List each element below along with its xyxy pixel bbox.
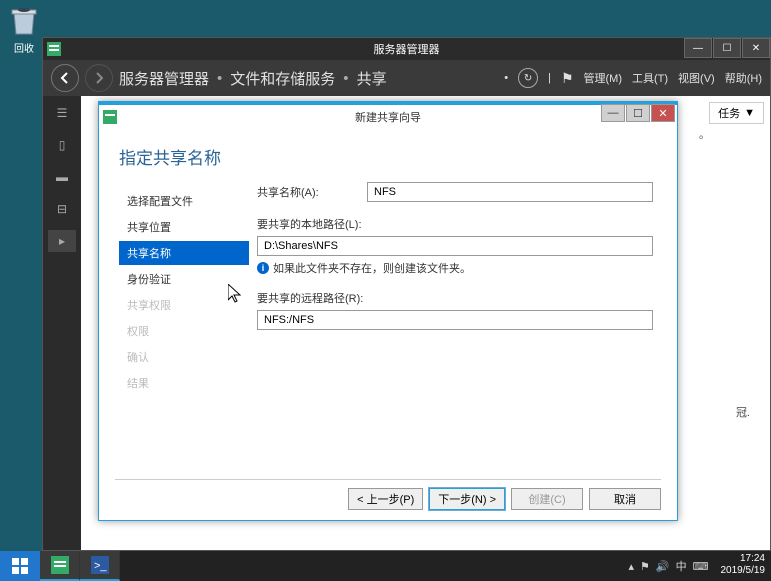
menu-tools[interactable]: 工具(T) xyxy=(632,70,668,86)
step-select-profile[interactable]: 选择配置文件 xyxy=(119,189,249,213)
server-manager-icon xyxy=(47,42,61,56)
wizard-maximize-button[interactable]: ☐ xyxy=(626,104,650,122)
breadcrumb-sep-icon: • xyxy=(217,70,222,87)
wizard-footer: < 上一步(P) 下一步(N) > 创建(C) 取消 xyxy=(115,479,661,510)
breadcrumb-root[interactable]: 服务器管理器 xyxy=(119,68,209,89)
breadcrumb-page[interactable]: 共享 xyxy=(357,68,387,89)
taskbar-spacer xyxy=(120,551,623,581)
minimize-button[interactable]: — xyxy=(684,38,712,58)
sidebar-item-servers[interactable]: ▯ xyxy=(48,134,76,156)
breadcrumb-section[interactable]: 文件和存储服务 xyxy=(230,68,335,89)
info-row: i 如果此文件夹不存在，则创建该文件夹。 xyxy=(257,260,653,276)
tray-volume-icon[interactable]: 🔊 xyxy=(656,560,670,573)
wizard-left-panel: 指定共享名称 选择配置文件 共享位置 共享名称 身份验证 共享权限 权限 确认 … xyxy=(99,128,249,520)
sidebar: ☰ ▯ ▬ ⊟ ▸ xyxy=(43,96,81,550)
taskbar-server-manager[interactable] xyxy=(40,551,80,581)
wizard-icon xyxy=(103,110,117,124)
remote-path-input[interactable] xyxy=(257,310,653,330)
tray-keyboard-icon[interactable]: ⌨ xyxy=(693,560,709,573)
wizard-window-controls: — ☐ ✕ xyxy=(600,104,675,122)
recycle-bin-icon xyxy=(6,2,42,38)
wizard-steps: 选择配置文件 共享位置 共享名称 身份验证 共享权限 权限 确认 结果 xyxy=(119,189,249,395)
back-button[interactable] xyxy=(51,64,79,92)
close-button[interactable]: ✕ xyxy=(742,38,770,58)
clock-date: 2019/5/19 xyxy=(721,565,766,577)
sidebar-item-overview[interactable]: ☰ xyxy=(48,102,76,124)
wizard-title: 新建共享向导 xyxy=(355,109,421,125)
next-button[interactable]: 下一步(N) > xyxy=(429,488,505,510)
flag-icon[interactable]: ⚑ xyxy=(561,70,574,87)
wizard-titlebar[interactable]: 新建共享向导 — ☐ ✕ xyxy=(99,102,677,128)
info-icon: i xyxy=(257,262,269,274)
refresh-icon[interactable]: ↻ xyxy=(518,68,538,88)
dash-icon: • xyxy=(504,72,508,84)
sidebar-item-disks[interactable]: ⊟ xyxy=(48,198,76,220)
desktop: 回收 服务器管理器 — ☐ ✕ 服务器管理器 • 文件和存储 xyxy=(0,0,771,551)
wizard-body: 指定共享名称 选择配置文件 共享位置 共享名称 身份验证 共享权限 权限 确认 … xyxy=(99,128,677,520)
step-results: 结果 xyxy=(119,371,249,395)
step-permissions: 权限 xyxy=(119,319,249,343)
clock-time: 17:24 xyxy=(721,553,766,565)
breadcrumb-sep-icon: • xyxy=(343,70,348,87)
step-share-location[interactable]: 共享位置 xyxy=(119,215,249,239)
server-manager-titlebar[interactable]: 服务器管理器 — ☐ ✕ xyxy=(43,38,770,60)
sidebar-item-shares[interactable]: ▸ xyxy=(48,230,76,252)
menu-manage[interactable]: 管理(M) xyxy=(584,70,623,86)
step-share-permissions: 共享权限 xyxy=(119,293,249,317)
start-button[interactable] xyxy=(0,551,40,581)
windows-icon xyxy=(12,558,28,574)
breadcrumb: 服务器管理器 • 文件和存储服务 • 共享 xyxy=(119,68,387,89)
info-text: 如果此文件夹不存在，则创建该文件夹。 xyxy=(273,260,471,276)
remote-path-label: 要共享的远程路径(R): xyxy=(257,290,653,306)
menu-help[interactable]: 帮助(H) xyxy=(725,70,762,86)
taskbar: >_ ▴ ⚑ 🔊 中 ⌨ 17:24 2019/5/19 xyxy=(0,551,771,581)
tray-up-icon[interactable]: ▴ xyxy=(629,560,635,573)
step-authentication[interactable]: 身份验证 xyxy=(119,267,249,291)
wizard-form: 共享名称(A): 要共享的本地路径(L): i 如果此文件夹不存在，则创建该文件… xyxy=(249,128,677,520)
local-path-input[interactable] xyxy=(257,236,653,256)
tasks-label: 任务 xyxy=(718,105,740,121)
cancel-button[interactable]: 取消 xyxy=(589,488,661,510)
share-name-row: 共享名称(A): xyxy=(257,182,653,202)
wizard-close-button[interactable]: ✕ xyxy=(651,104,675,122)
new-share-wizard: 新建共享向导 — ☐ ✕ 指定共享名称 选择配置文件 共享位置 共享名称 身份验… xyxy=(98,101,678,521)
system-tray: ▴ ⚑ 🔊 中 ⌨ xyxy=(623,551,715,581)
svg-text:>_: >_ xyxy=(94,560,107,572)
create-button: 创建(C) xyxy=(511,488,583,510)
share-name-input[interactable] xyxy=(367,182,653,202)
taskbar-clock[interactable]: 17:24 2019/5/19 xyxy=(715,551,771,581)
wizard-heading: 指定共享名称 xyxy=(119,144,249,169)
step-confirmation: 确认 xyxy=(119,345,249,369)
menu-view[interactable]: 视图(V) xyxy=(678,70,715,86)
forward-button[interactable] xyxy=(85,64,113,92)
tray-flag-icon[interactable]: ⚑ xyxy=(640,560,650,573)
step-share-name[interactable]: 共享名称 xyxy=(119,241,249,265)
tray-ime-icon[interactable]: 中 xyxy=(676,558,687,574)
separator-icon: | xyxy=(548,72,551,84)
tasks-button[interactable]: 任务 ▼ xyxy=(709,102,764,124)
server-manager-title: 服务器管理器 xyxy=(374,41,440,57)
right-panel-text-2: 冠. xyxy=(736,404,750,420)
share-name-label: 共享名称(A): xyxy=(257,184,367,200)
window-controls: — ☐ ✕ xyxy=(683,38,770,58)
header-menu: • ↻ | ⚑ 管理(M) 工具(T) 视图(V) 帮助(H) xyxy=(504,68,762,88)
taskbar-powershell[interactable]: >_ xyxy=(80,551,120,581)
recycle-bin[interactable]: 回收 xyxy=(6,2,42,55)
maximize-button[interactable]: ☐ xyxy=(713,38,741,58)
recycle-bin-label: 回收 xyxy=(6,40,42,55)
chevron-down-icon: ▼ xyxy=(744,107,755,119)
server-manager-header: 服务器管理器 • 文件和存储服务 • 共享 • ↻ | ⚑ 管理(M) 工具(T… xyxy=(43,60,770,96)
previous-button[interactable]: < 上一步(P) xyxy=(348,488,423,510)
local-path-label: 要共享的本地路径(L): xyxy=(257,216,653,232)
right-panel-text-1: 。 xyxy=(699,126,764,142)
sidebar-item-volumes[interactable]: ▬ xyxy=(48,166,76,188)
wizard-minimize-button[interactable]: — xyxy=(601,104,625,122)
